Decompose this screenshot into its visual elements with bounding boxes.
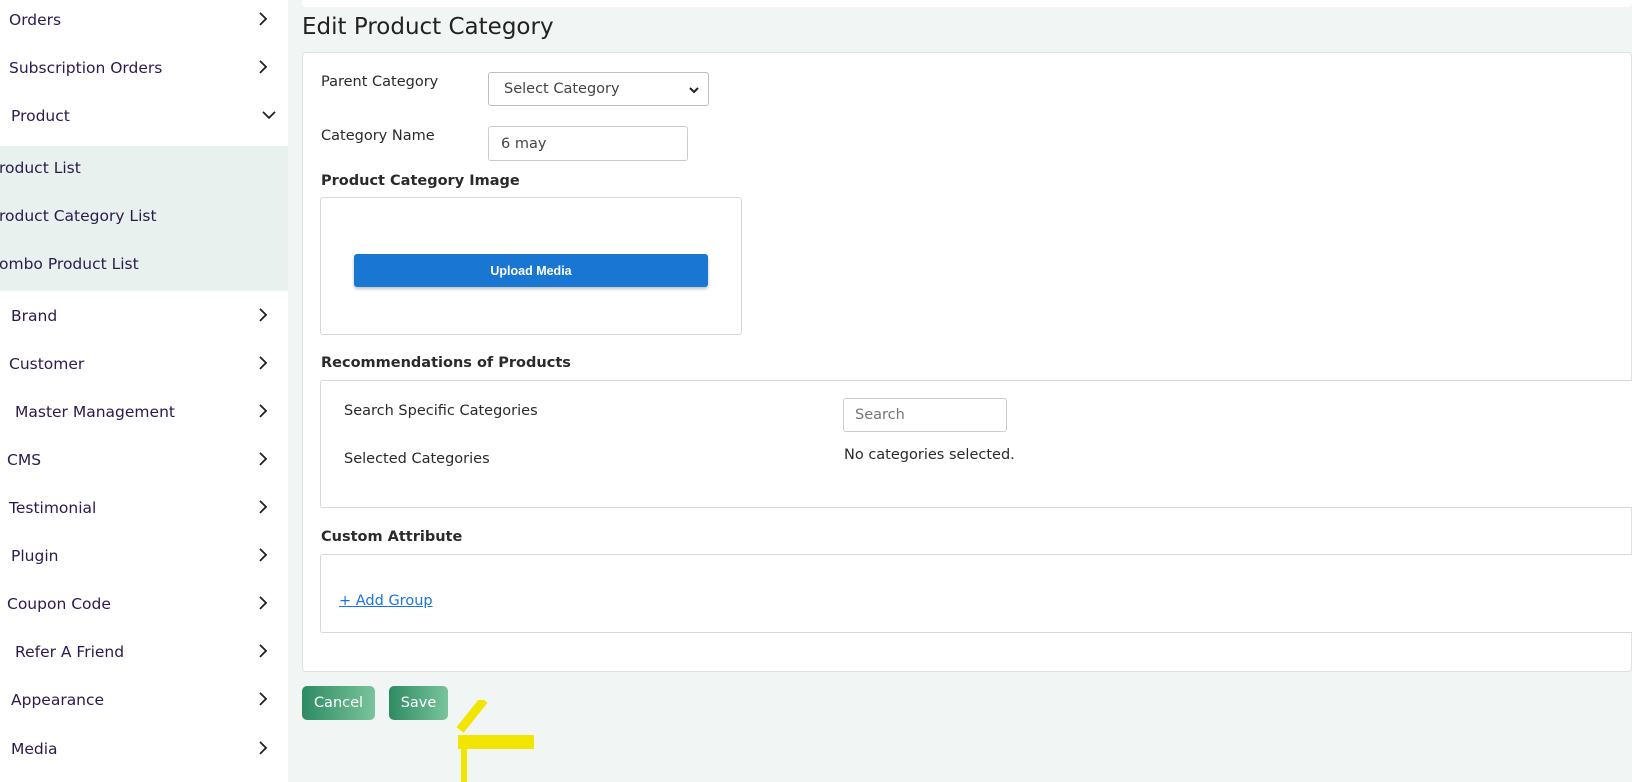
sidebar-item-label: Master Management bbox=[15, 403, 175, 421]
chevron-right-icon bbox=[259, 741, 268, 755]
submenu-item-product-list[interactable]: roduct List bbox=[0, 146, 288, 190]
custom-attribute-panel bbox=[320, 554, 1632, 633]
submenu-item-label: ombo Product List bbox=[0, 255, 139, 273]
sidebar-item-label: Orders bbox=[9, 11, 62, 29]
product-category-image-label: Product Category Image bbox=[321, 173, 520, 189]
sidebar-item-customer[interactable]: Customer bbox=[0, 342, 288, 386]
submenu-item-label: roduct Category List bbox=[0, 207, 157, 225]
no-categories-text: No categories selected. bbox=[844, 447, 1015, 463]
chevron-right-icon bbox=[259, 644, 268, 658]
sidebar-item-testimonial[interactable]: Testimonial bbox=[0, 486, 288, 530]
category-name-value: 6 may bbox=[501, 135, 547, 152]
sidebar-item-master-management[interactable]: Master Management bbox=[0, 390, 288, 434]
annotation-arrow-icon bbox=[456, 700, 534, 782]
sidebar-item-appearance[interactable]: Appearance bbox=[0, 678, 288, 722]
sidebar-item-label: Subscription Orders bbox=[9, 59, 163, 77]
parent-category-label: Parent Category bbox=[321, 74, 439, 90]
sidebar-item-label: Media bbox=[11, 740, 58, 758]
top-header-bar bbox=[302, 0, 1632, 7]
save-button[interactable]: Save bbox=[389, 686, 448, 720]
search-categories-label: Search Specific Categories bbox=[344, 403, 538, 419]
chevron-right-icon bbox=[259, 452, 268, 466]
sidebar-item-label: Customer bbox=[9, 355, 85, 373]
recommendations-label: Recommendations of Products bbox=[321, 355, 571, 371]
sidebar-item-label: Appearance bbox=[11, 691, 105, 709]
category-search-input[interactable]: Search bbox=[843, 398, 1007, 432]
chevron-right-icon bbox=[259, 60, 268, 74]
parent-category-select[interactable]: Select Category bbox=[488, 72, 709, 106]
chevron-right-icon bbox=[259, 356, 268, 370]
sidebar-item-plugin[interactable]: Plugin bbox=[0, 534, 288, 578]
add-group-link[interactable]: + Add Group bbox=[339, 593, 433, 609]
sidebar-item-coupon-code[interactable]: Coupon Code bbox=[0, 582, 288, 626]
sidebar-item-label: Coupon Code bbox=[7, 595, 111, 613]
upload-media-button[interactable]: Upload Media bbox=[354, 254, 708, 287]
page-title: Edit Product Category bbox=[302, 14, 554, 40]
sidebar-item-brand[interactable]: Brand bbox=[0, 294, 288, 338]
sidebar-item-label: Testimonial bbox=[9, 499, 97, 517]
sidebar-item-media[interactable]: Media bbox=[0, 727, 288, 771]
search-placeholder: Search bbox=[855, 407, 905, 423]
parent-category-value: Select Category bbox=[504, 81, 620, 97]
sidebar-item-orders[interactable]: Orders bbox=[0, 0, 288, 42]
sidebar-item-label: Plugin bbox=[11, 547, 59, 565]
sidebar-item-label: Product bbox=[11, 107, 70, 125]
chevron-right-icon bbox=[259, 692, 268, 706]
sidebar-item-refer-a-friend[interactable]: Refer A Friend bbox=[0, 630, 288, 674]
chevron-right-icon bbox=[259, 308, 268, 322]
sidebar-item-cms[interactable]: CMS bbox=[0, 438, 288, 482]
chevron-right-icon bbox=[259, 404, 268, 418]
chevron-right-icon bbox=[259, 596, 268, 610]
chevron-right-icon bbox=[259, 548, 268, 562]
product-submenu: roduct List roduct Category List ombo Pr… bbox=[0, 146, 288, 291]
submenu-item-product-category-list[interactable]: roduct Category List bbox=[0, 194, 288, 238]
sidebar-item-subscription-orders[interactable]: Subscription Orders bbox=[0, 46, 288, 90]
sidebar: Orders Subscription Orders Product roduc… bbox=[0, 0, 288, 782]
chevron-down-icon bbox=[689, 87, 699, 94]
submenu-item-label: roduct List bbox=[0, 159, 81, 177]
cancel-button[interactable]: Cancel bbox=[302, 686, 375, 720]
sidebar-item-product[interactable]: Product bbox=[0, 94, 288, 138]
selected-categories-label: Selected Categories bbox=[344, 451, 490, 467]
sidebar-item-label: Refer A Friend bbox=[15, 643, 125, 661]
chevron-right-icon bbox=[259, 12, 268, 26]
sidebar-item-label: CMS bbox=[7, 451, 42, 469]
sidebar-item-label: Brand bbox=[11, 307, 58, 325]
chevron-right-icon bbox=[259, 500, 268, 514]
custom-attribute-label: Custom Attribute bbox=[321, 529, 463, 545]
submenu-item-combo-product-list[interactable]: ombo Product List bbox=[0, 242, 288, 286]
category-name-label: Category Name bbox=[321, 128, 435, 144]
category-name-input[interactable]: 6 may bbox=[488, 126, 688, 161]
chevron-down-icon bbox=[262, 111, 276, 120]
